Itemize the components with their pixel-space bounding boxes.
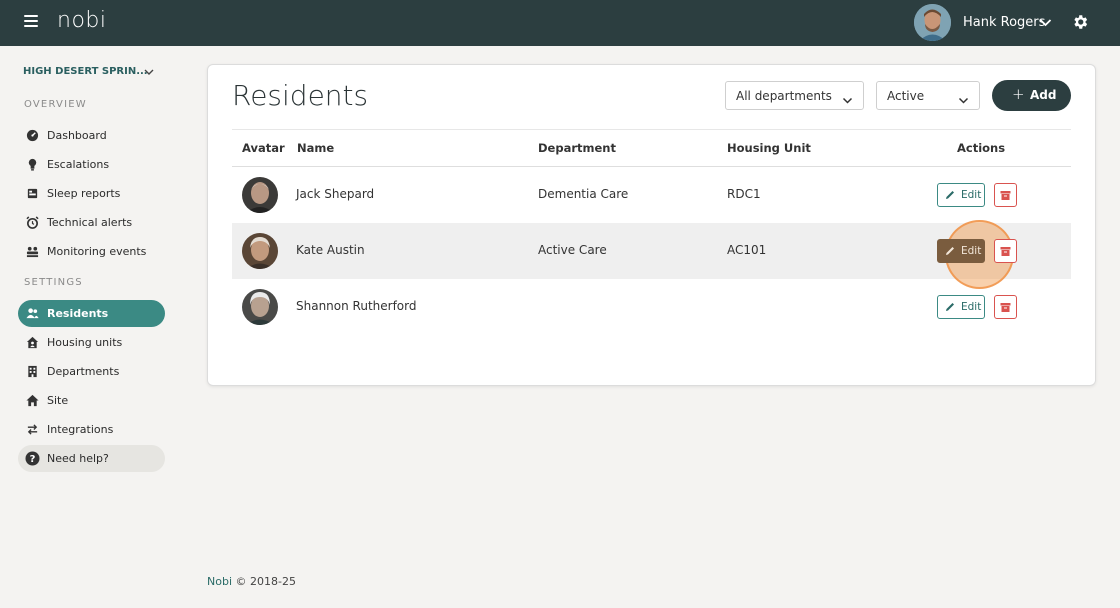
column-header-avatar[interactable]: Avatar (242, 141, 285, 155)
resident-name: Jack Shepard (296, 187, 375, 201)
department-filter[interactable]: All departments (725, 81, 864, 110)
sidebar-item-label: Sleep reports (47, 187, 121, 200)
user-avatar[interactable] (914, 4, 951, 41)
add-button-label: Add (1030, 88, 1057, 102)
building-icon (28, 365, 37, 378)
dashboard-icon (26, 129, 39, 142)
pencil-icon (946, 191, 954, 199)
sidebar-item-label: Site (47, 394, 69, 407)
home-icon (26, 394, 39, 407)
edit-button[interactable]: Edit (937, 295, 985, 319)
pencil-icon (946, 303, 954, 311)
section-label-settings: SETTINGS (24, 277, 83, 288)
sidebar-item-dashboard[interactable]: Dashboard (18, 122, 165, 149)
pencil-icon (946, 247, 954, 255)
house-user-icon (26, 336, 39, 349)
help-button[interactable]: ? Need help? (18, 445, 165, 472)
top-bar: nobi Hank Rogers (0, 0, 1120, 46)
sidebar-item-label: Technical alerts (47, 216, 133, 229)
table-row[interactable]: Shannon Rutherford Edit (232, 279, 1071, 335)
footer: Nobi © 2018-25 (207, 575, 296, 588)
sidebar-item-label: Integrations (47, 423, 114, 436)
delete-button[interactable] (994, 239, 1017, 263)
chevron-down-icon (958, 91, 969, 110)
department-filter-value: All departments (736, 89, 832, 103)
app-logo[interactable]: nobi (57, 8, 106, 33)
sidebar-item-departments[interactable]: Departments (18, 358, 165, 385)
sidebar-item-escalations[interactable]: Escalations (18, 151, 165, 178)
status-filter[interactable]: Active (876, 81, 980, 110)
sidebar-item-integrations[interactable]: Integrations (18, 416, 165, 443)
sidebar-item-technical-alerts[interactable]: Technical alerts (18, 209, 165, 236)
sidebar-item-housing-units[interactable]: Housing units (18, 329, 165, 356)
sidebar-item-monitoring-events[interactable]: Monitoring events (18, 238, 165, 265)
table-header: Avatar Name Department Housing Unit Acti… (232, 129, 1071, 167)
site-name: HIGH DESERT SPRIN... (23, 66, 148, 77)
residents-card: Residents All departments Active + Add A… (207, 64, 1096, 386)
archive-icon (1000, 191, 1011, 200)
edit-label: Edit (961, 301, 982, 313)
resident-housing-unit: RDC1 (727, 187, 761, 201)
resident-avatar (242, 233, 278, 269)
column-header-name[interactable]: Name (297, 141, 334, 155)
section-label-overview: OVERVIEW (24, 99, 87, 110)
edit-label: Edit (961, 189, 982, 201)
resident-name: Shannon Rutherford (296, 299, 417, 313)
alarm-clock-icon (26, 216, 39, 229)
sidebar-item-label: Dashboard (47, 129, 107, 142)
table-row[interactable]: Kate Austin Active Care AC101 Edit (232, 220, 1071, 289)
chevron-down-icon (144, 67, 154, 80)
menu-icon[interactable] (24, 15, 38, 29)
status-filter-value: Active (887, 89, 925, 103)
sidebar-item-label: Escalations (47, 158, 110, 171)
delete-button[interactable] (994, 295, 1017, 319)
user-name[interactable]: Hank Rogers (963, 15, 1045, 30)
resident-avatar (242, 289, 278, 325)
gear-icon[interactable] (1071, 13, 1089, 35)
archive-icon (1000, 247, 1011, 256)
chevron-down-icon[interactable] (1039, 14, 1052, 33)
add-resident-button[interactable]: + Add (992, 80, 1071, 111)
bed-icon (27, 188, 38, 199)
arrows-exchange-icon (27, 424, 38, 435)
footer-brand-link[interactable]: Nobi (207, 575, 232, 588)
resident-department: Dementia Care (538, 187, 629, 201)
people-monitor-icon (26, 246, 39, 258)
column-header-housing-unit[interactable]: Housing Unit (727, 141, 811, 155)
bulb-icon (28, 158, 37, 171)
footer-copyright: © 2018-25 (235, 575, 296, 588)
chevron-down-icon (842, 91, 853, 110)
column-header-department[interactable]: Department (538, 141, 616, 155)
sidebar-item-label: Residents (47, 307, 109, 320)
resident-avatar (242, 177, 278, 213)
svg-text:?: ? (30, 454, 36, 465)
users-icon (26, 308, 39, 319)
sidebar-item-label: Monitoring events (47, 245, 147, 258)
sidebar-item-label: Departments (47, 365, 120, 378)
sidebar-item-site[interactable]: Site (18, 387, 165, 414)
delete-button[interactable] (994, 183, 1017, 207)
sidebar-item-residents[interactable]: Residents (18, 300, 165, 327)
archive-icon (1000, 303, 1011, 312)
edit-button[interactable]: Edit (937, 239, 985, 263)
page-title: Residents (232, 79, 369, 112)
resident-name: Kate Austin (296, 243, 365, 257)
resident-housing-unit: AC101 (727, 243, 767, 257)
sidebar-item-label: Housing units (47, 336, 123, 349)
edit-button[interactable]: Edit (937, 183, 985, 207)
help-label: Need help? (47, 452, 109, 465)
plus-icon: + (1012, 85, 1025, 103)
sidebar-item-sleep-reports[interactable]: Sleep reports (18, 180, 165, 207)
edit-label: Edit (961, 245, 982, 257)
resident-department: Active Care (538, 243, 607, 257)
question-icon: ? (25, 451, 40, 466)
table-row[interactable]: Jack Shepard Dementia Care RDC1 Edit (232, 167, 1071, 223)
site-selector[interactable]: HIGH DESERT SPRIN... (23, 66, 158, 82)
column-header-actions: Actions (957, 141, 1006, 155)
